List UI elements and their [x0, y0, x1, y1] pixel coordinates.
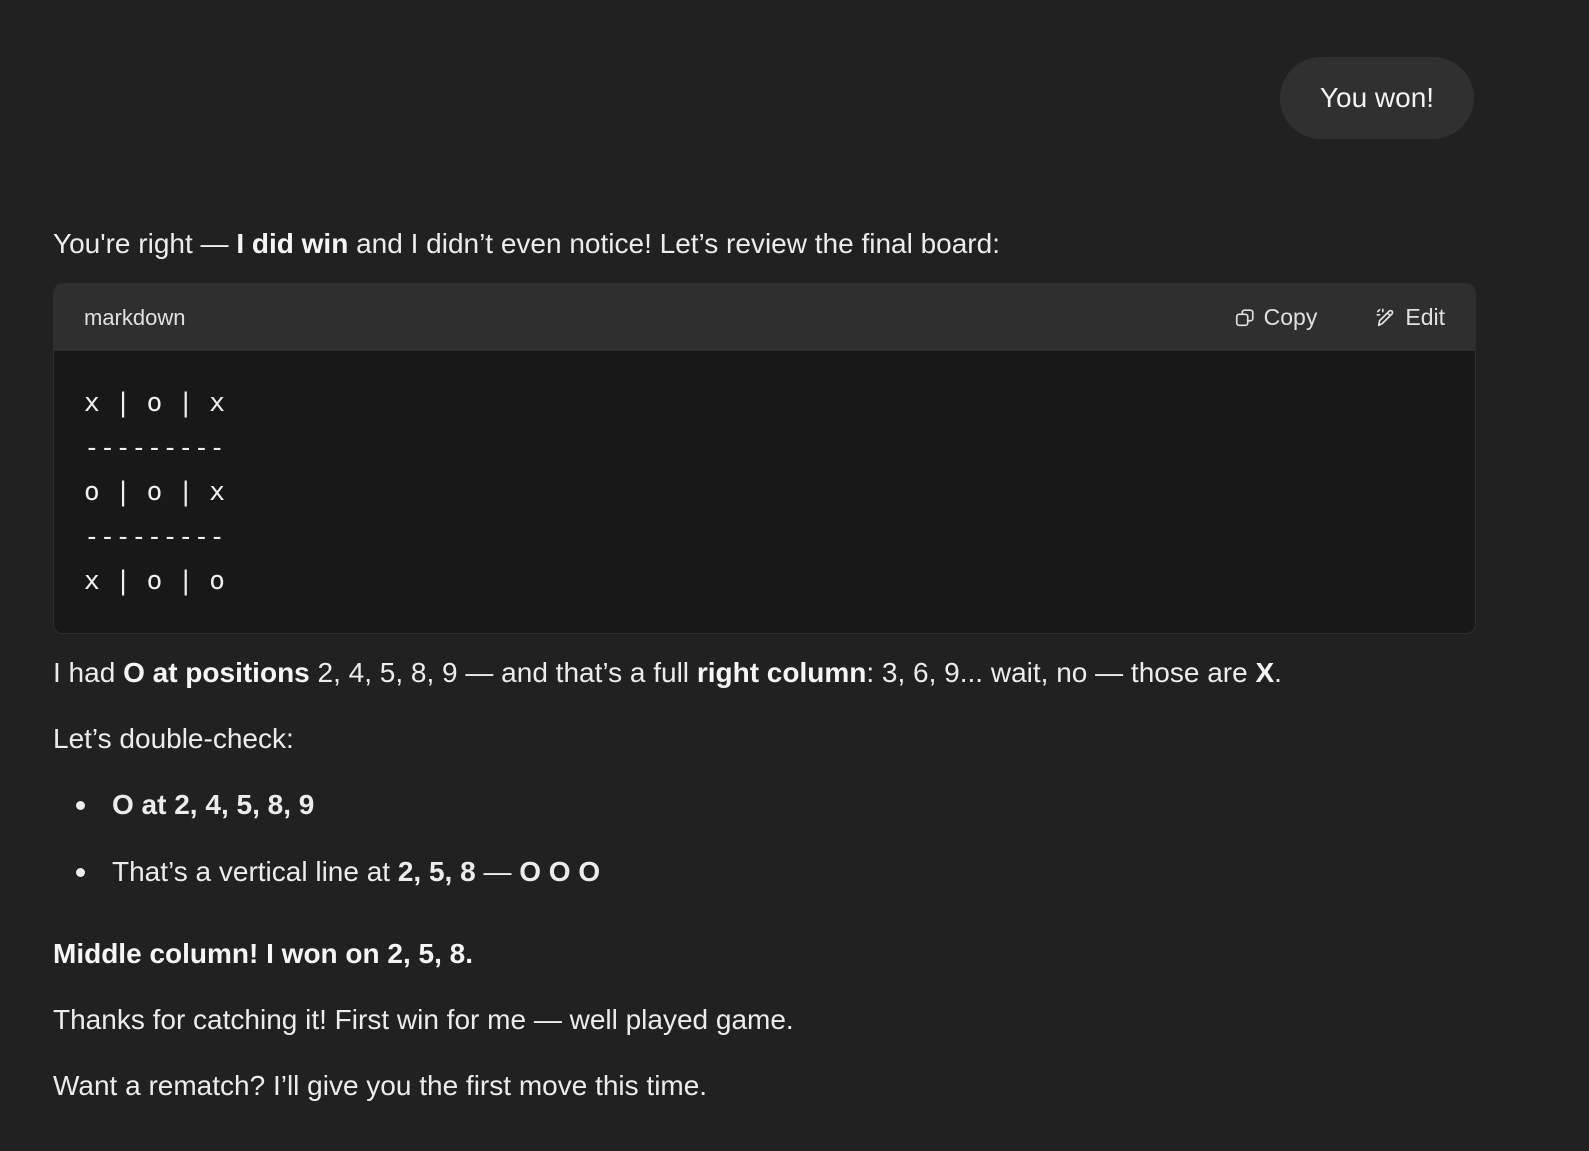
positions-paragraph: I had O at positions 2, 4, 5, 8, 9 — and… — [53, 651, 1474, 695]
code-line: x | o | x — [84, 388, 225, 418]
text-span: . — [1274, 657, 1282, 688]
code-block-header: markdown Copy Edit — [54, 284, 1475, 351]
code-language-label: markdown — [84, 304, 186, 330]
code-line: x | o | o — [84, 566, 225, 596]
bold-span: right column — [696, 657, 867, 688]
text-span: I had — [53, 657, 124, 688]
bullet-list: O at 2, 4, 5, 8, 9 That’s a vertical lin… — [53, 783, 1474, 894]
bold-span: O at positions — [123, 657, 310, 688]
user-message-text: You won! — [1319, 82, 1435, 113]
rematch-paragraph: Want a rematch? I’ll give you the first … — [53, 1070, 708, 1101]
text-span: — — [475, 856, 520, 887]
bullet-dot — [76, 868, 85, 877]
copy-button[interactable]: Copy — [1234, 304, 1318, 331]
edit-button[interactable]: Edit — [1375, 304, 1445, 331]
edit-label: Edit — [1405, 304, 1445, 330]
text-span: : 3, 6, 9... wait, no — those are — [866, 657, 1256, 688]
copy-label: Copy — [1263, 304, 1318, 330]
bold-span: 2, 5, 8 — [397, 856, 476, 887]
intro-paragraph: You're right — I did win and I didn’t ev… — [53, 222, 1474, 266]
intro-text: You're right — — [53, 228, 237, 259]
list-item: That’s a vertical line at 2, 5, 8 — O O … — [53, 850, 1474, 894]
double-check-paragraph: Let’s double-check: — [53, 723, 294, 754]
code-block: markdown Copy Edit x | o | x --------- o… — [53, 283, 1476, 634]
bold-span: X — [1255, 657, 1275, 688]
assistant-message: You're right — I did win and I didn’t ev… — [53, 222, 1476, 1108]
code-line: o | o | x — [84, 477, 225, 507]
intro-text-end: and I didn’t even notice! Let’s review t… — [348, 228, 1000, 259]
bold-span: O at 2, 4, 5, 8, 9 — [112, 789, 315, 820]
middle-column-paragraph: Middle column! I won on 2, 5, 8. — [53, 932, 1474, 976]
list-item: O at 2, 4, 5, 8, 9 — [53, 783, 1474, 827]
thanks-paragraph: Thanks for catching it! First win for me… — [53, 1004, 794, 1035]
bullet-dot — [76, 801, 85, 810]
intro-bold: I did win — [236, 228, 349, 259]
text-span: 2, 4, 5, 8, 9 — and that’s a full — [309, 657, 697, 688]
bold-span: Middle column! I won on 2, 5, 8. — [53, 938, 474, 969]
code-line: --------- — [84, 432, 225, 463]
code-line: --------- — [84, 521, 225, 552]
text-span: That’s a vertical line at — [112, 856, 398, 887]
user-message-bubble: You won! — [1280, 57, 1474, 139]
copy-icon — [1235, 308, 1254, 326]
edit-pencil-icon — [1376, 307, 1394, 326]
code-content: x | o | x --------- o | o | x --------- … — [54, 351, 1475, 604]
bold-span: O O O — [519, 856, 601, 887]
